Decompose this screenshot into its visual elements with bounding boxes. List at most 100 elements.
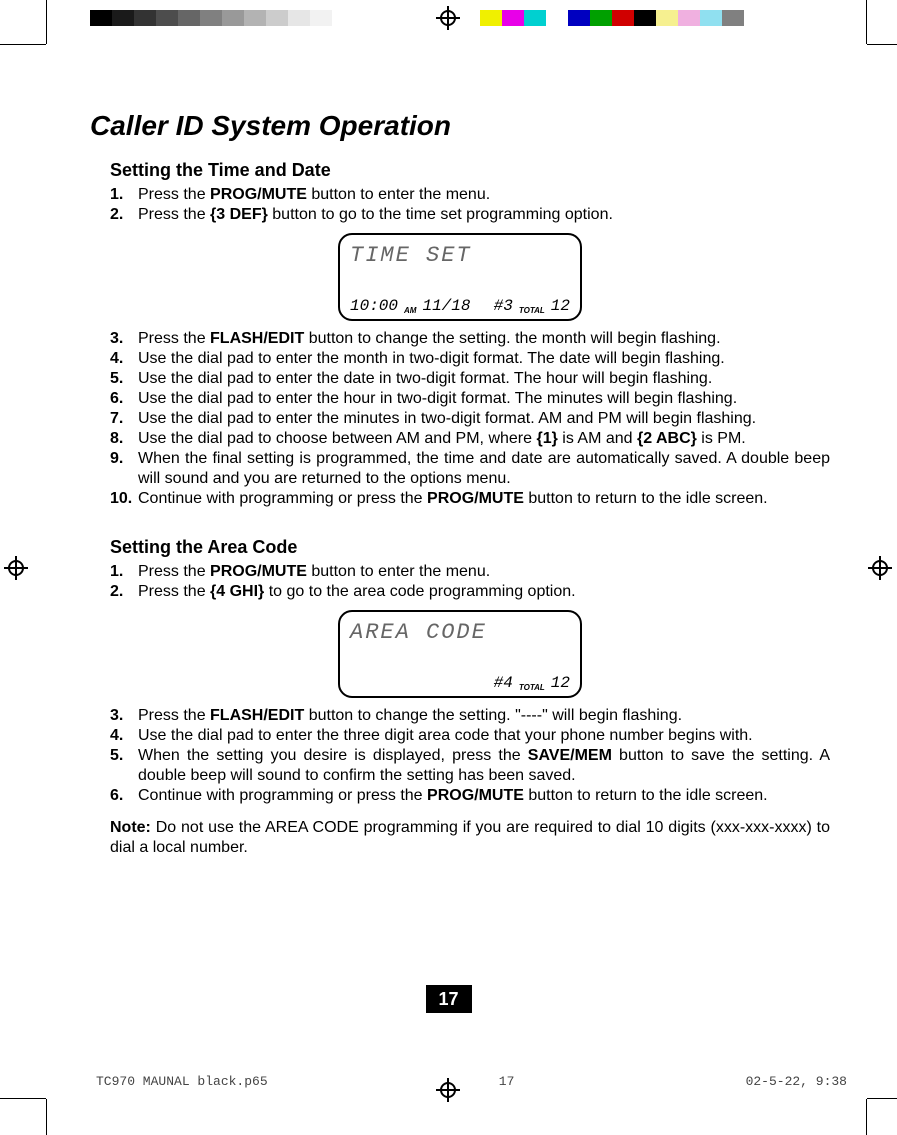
- swatch: [266, 10, 288, 26]
- lcd-total: 12: [551, 674, 570, 692]
- swatch: [590, 10, 612, 26]
- step-text: Use the dial pad to enter the month in t…: [138, 349, 830, 369]
- lcd-hash: #4: [494, 674, 513, 692]
- step-number: 3.: [110, 706, 138, 726]
- step-item: 2.Press the {4 GHI} to go to the area co…: [110, 582, 830, 602]
- step-number: 6.: [110, 786, 138, 806]
- lcd-display-area: AREA CODE #4 TOTAL 12: [338, 610, 582, 698]
- steps-list-time-a: 1.Press the PROG/MUTE button to enter th…: [90, 185, 830, 225]
- page-title: Caller ID System Operation: [90, 110, 830, 142]
- swatch: [568, 10, 590, 26]
- step-item: 3.Press the FLASH/EDIT button to change …: [110, 706, 830, 726]
- step-item: 4.Use the dial pad to enter the month in…: [110, 349, 830, 369]
- note-paragraph: Note: Do not use the AREA CODE programmi…: [110, 818, 830, 858]
- registration-mark-icon: [436, 6, 460, 30]
- footer-date: 02-5-22, 9:38: [746, 1074, 847, 1089]
- crop-mark: [46, 1099, 47, 1135]
- crop-mark: [866, 1099, 867, 1135]
- step-item: 5.When the setting you desire is display…: [110, 746, 830, 786]
- step-text: Use the dial pad to enter the three digi…: [138, 726, 830, 746]
- step-text: Continue with programming or press the P…: [138, 489, 830, 509]
- step-text: Use the dial pad to enter the date in tw…: [138, 369, 830, 389]
- footer-page: 17: [499, 1074, 515, 1089]
- steps-list-time-b: 3.Press the FLASH/EDIT button to change …: [90, 329, 830, 509]
- registration-mark-icon: [4, 556, 28, 580]
- step-item: 5.Use the dial pad to enter the date in …: [110, 369, 830, 389]
- step-item: 6.Use the dial pad to enter the hour in …: [110, 389, 830, 409]
- footer-filename: TC970 MAUNAL black.p65: [96, 1074, 268, 1089]
- step-item: 1.Press the PROG/MUTE button to enter th…: [110, 562, 830, 582]
- step-text: Use the dial pad to choose between AM an…: [138, 429, 830, 449]
- note-label: Note:: [110, 819, 151, 836]
- lcd-line1: TIME SET: [350, 243, 570, 268]
- step-number: 1.: [110, 185, 138, 205]
- step-item: 1.Press the PROG/MUTE button to enter th…: [110, 185, 830, 205]
- lcd-total-label: TOTAL: [519, 683, 545, 692]
- step-number: 2.: [110, 582, 138, 602]
- step-number: 1.: [110, 562, 138, 582]
- color-bar-gray: [90, 10, 354, 26]
- registration-mark-icon: [868, 556, 892, 580]
- lcd-ampm: AM: [404, 306, 416, 315]
- crop-mark: [866, 0, 867, 44]
- swatch: [678, 10, 700, 26]
- step-text: Press the PROG/MUTE button to enter the …: [138, 185, 830, 205]
- swatch: [288, 10, 310, 26]
- step-text: Use the dial pad to enter the hour in tw…: [138, 389, 830, 409]
- swatch: [156, 10, 178, 26]
- page-number-badge: 17: [426, 985, 472, 1013]
- steps-list-area-b: 3.Press the FLASH/EDIT button to change …: [90, 706, 830, 806]
- step-item: 10.Continue with programming or press th…: [110, 489, 830, 509]
- step-item: 7.Use the dial pad to enter the minutes …: [110, 409, 830, 429]
- lcd-total: 12: [551, 297, 570, 315]
- step-item: 8.Use the dial pad to choose between AM …: [110, 429, 830, 449]
- steps-list-area-a: 1.Press the PROG/MUTE button to enter th…: [90, 562, 830, 602]
- step-text: Press the FLASH/EDIT button to change th…: [138, 329, 830, 349]
- lcd-line1: AREA CODE: [350, 620, 570, 645]
- step-number: 3.: [110, 329, 138, 349]
- step-text: When the setting you desire is displayed…: [138, 746, 830, 786]
- section-heading-time: Setting the Time and Date: [110, 160, 830, 181]
- footer: TC970 MAUNAL black.p65 17 02-5-22, 9:38: [96, 1074, 847, 1089]
- lcd-time: 10:00: [350, 297, 398, 315]
- swatch: [722, 10, 744, 26]
- step-text: Continue with programming or press the P…: [138, 786, 830, 806]
- step-number: 5.: [110, 369, 138, 389]
- note-text: Do not use the AREA CODE programming if …: [110, 819, 830, 856]
- swatch: [90, 10, 112, 26]
- step-number: 10.: [110, 489, 138, 509]
- lcd-line2: 10:00 AM 11/18 #3 TOTAL 12: [350, 297, 570, 315]
- step-text: Press the {3 DEF} button to go to the ti…: [138, 205, 830, 225]
- lcd-display-time: TIME SET 10:00 AM 11/18 #3 TOTAL 12: [338, 233, 582, 321]
- step-item: 6.Continue with programming or press the…: [110, 786, 830, 806]
- step-text: Use the dial pad to enter the minutes in…: [138, 409, 830, 429]
- swatch: [200, 10, 222, 26]
- swatch: [656, 10, 678, 26]
- swatch: [480, 10, 502, 26]
- content-area: Caller ID System Operation Setting the T…: [90, 110, 830, 858]
- lcd-hash: #3: [494, 297, 513, 315]
- step-item: 2.Press the {3 DEF} button to go to the …: [110, 205, 830, 225]
- lcd-date: 11/18: [422, 297, 470, 315]
- swatch: [546, 10, 568, 26]
- step-number: 5.: [110, 746, 138, 786]
- swatch: [222, 10, 244, 26]
- step-text: Press the FLASH/EDIT button to change th…: [138, 706, 830, 726]
- swatch: [112, 10, 134, 26]
- step-item: 3.Press the FLASH/EDIT button to change …: [110, 329, 830, 349]
- crop-mark: [867, 44, 897, 45]
- swatch: [612, 10, 634, 26]
- section-heading-area: Setting the Area Code: [110, 537, 830, 558]
- swatch: [502, 10, 524, 26]
- swatch: [310, 10, 332, 26]
- step-item: 4.Use the dial pad to enter the three di…: [110, 726, 830, 746]
- step-item: 9.When the final setting is programmed, …: [110, 449, 830, 489]
- swatch: [134, 10, 156, 26]
- crop-mark: [46, 0, 47, 44]
- step-number: 4.: [110, 726, 138, 746]
- step-text: Press the {4 GHI} to go to the area code…: [138, 582, 830, 602]
- swatch: [700, 10, 722, 26]
- lcd-line2: #4 TOTAL 12: [350, 674, 570, 692]
- step-number: 2.: [110, 205, 138, 225]
- color-bar-color: [480, 10, 744, 26]
